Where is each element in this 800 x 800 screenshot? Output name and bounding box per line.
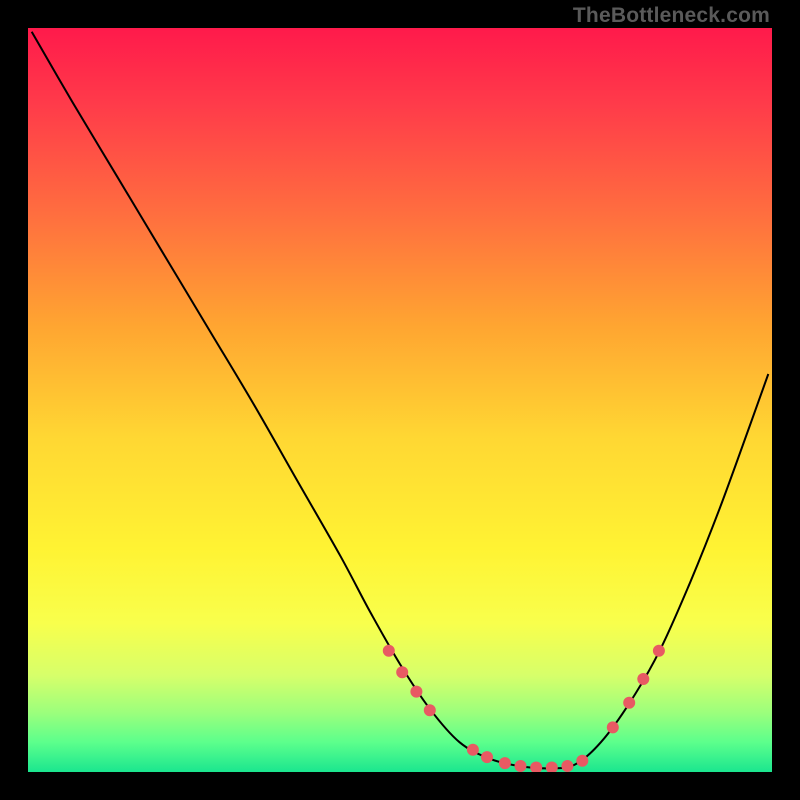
curve-marker <box>607 721 619 733</box>
curve-marker <box>623 697 635 709</box>
chart-svg <box>28 28 772 772</box>
curve-marker <box>410 686 422 698</box>
chart-frame: TheBottleneck.com <box>0 0 800 800</box>
curve-marker <box>396 666 408 678</box>
curve-marker <box>499 757 511 769</box>
curve-marker <box>576 755 588 767</box>
curve-marker <box>530 762 542 773</box>
curve-marker <box>653 645 665 657</box>
curve-marker <box>467 744 479 756</box>
curve-marker <box>546 762 558 773</box>
curve-marker <box>561 760 573 772</box>
watermark-text: TheBottleneck.com <box>573 4 770 28</box>
curve-markers <box>383 645 665 772</box>
curve-marker <box>383 645 395 657</box>
curve-marker <box>515 760 527 772</box>
curve-marker <box>637 673 649 685</box>
bottleneck-curve <box>32 32 769 769</box>
plot-area <box>28 28 772 772</box>
curve-marker <box>481 751 493 763</box>
curve-marker <box>424 704 436 716</box>
